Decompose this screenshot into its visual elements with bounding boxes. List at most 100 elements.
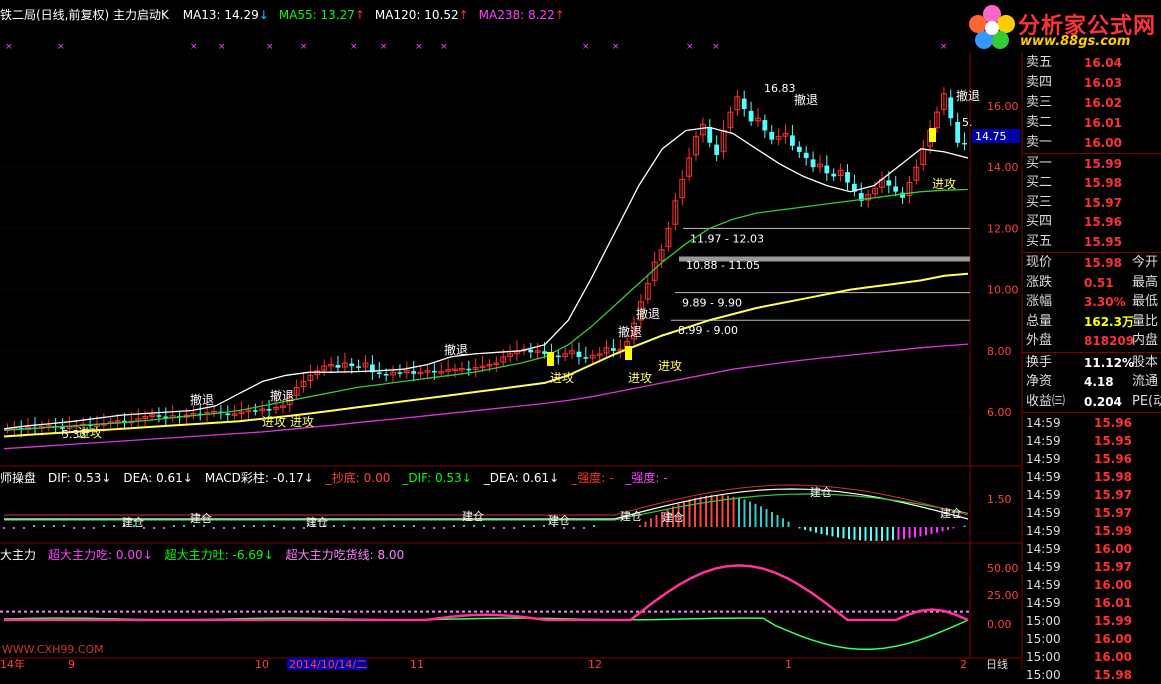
stat-value: 162.3万 — [1084, 314, 1134, 329]
tick-time: 14:59 — [1026, 559, 1061, 574]
candle-body — [962, 142, 967, 145]
tick-row[interactable]: 14:59 15.96 — [1022, 450, 1161, 468]
ask-label: 卖四 — [1026, 75, 1053, 90]
candle-body — [803, 152, 809, 159]
candle-body — [955, 121, 961, 143]
stat-row[interactable]: 换手 11.12% 股本 — [1022, 354, 1161, 372]
site-logo: 分析家公式网 www.88gs.com — [960, 0, 1161, 52]
signal-marker: × — [940, 42, 948, 52]
stat-label: 外盘 — [1026, 333, 1053, 349]
ask-label: 卖一 — [1026, 135, 1053, 150]
ask-row[interactable]: 卖三 16.02 — [1022, 94, 1161, 112]
tick-row[interactable]: 14:59 15.97 — [1022, 504, 1161, 522]
bid-price: 15.99 — [1084, 157, 1122, 171]
candle-body — [542, 351, 547, 354]
ask-row[interactable]: 卖四 16.03 — [1022, 74, 1161, 92]
candle-body — [769, 131, 775, 140]
stat-row[interactable]: 外盘 818209 内盘 — [1022, 332, 1161, 350]
stat-label: 涨跌 — [1026, 274, 1053, 290]
tick-row[interactable]: 14:59 15.97 — [1022, 486, 1161, 504]
candle-body — [810, 159, 816, 168]
tick-row[interactable]: 15:00 15.98 — [1022, 666, 1161, 684]
stat-row[interactable]: 涨幅 3.30% 最低 — [1022, 293, 1161, 311]
candle-body — [356, 366, 362, 368]
attack-label: 进攻 — [628, 371, 652, 385]
tick-time: 15:00 — [1026, 613, 1061, 628]
date-tick: 10 — [255, 658, 269, 670]
tick-row[interactable]: 14:59 15.95 — [1022, 432, 1161, 450]
stat-label: 换手 — [1026, 355, 1053, 370]
ma-legend-label: MA238: 8.22 — [478, 8, 555, 22]
tick-row[interactable]: 15:00 15.99 — [1022, 612, 1161, 630]
candle-body — [610, 348, 616, 351]
divider — [1022, 411, 1161, 413]
ma-legend-label: MA13: 14.29 — [182, 8, 259, 22]
tick-row[interactable]: 14:59 16.01 — [1022, 594, 1161, 612]
tick-row[interactable]: 14:59 16.00 — [1022, 540, 1161, 558]
stat-row[interactable]: 现价 15.98 今开 — [1022, 254, 1161, 272]
ma-legend-item: MA55: 13.27↑ — [279, 8, 365, 22]
stat-value: 0.51 — [1084, 275, 1114, 290]
price-tick: 10.00 — [987, 284, 1019, 297]
tick-price: 15.96 — [1094, 451, 1132, 466]
tick-row[interactable]: 15:00 16.00 — [1022, 648, 1161, 666]
candle-body — [266, 409, 272, 411]
tick-row[interactable]: 14:59 16.00 — [1022, 576, 1161, 594]
ma-legend: MA13: 14.29↓ MA55: 13.27↑ MA120: 10.52↑ MA2… — [173, 8, 565, 22]
tick-time: 14:59 — [1026, 595, 1061, 610]
price-tick: 12.00 — [987, 222, 1019, 235]
tick-row[interactable]: 14:59 15.99 — [1022, 522, 1161, 540]
ask-label: 卖三 — [1026, 95, 1053, 110]
bid-row[interactable]: 买四 15.96 — [1022, 213, 1161, 231]
stat-row[interactable]: 净资 4.18 流通 — [1022, 373, 1161, 391]
stat-label: 现价 — [1026, 255, 1053, 270]
logo-url[interactable]: www.88gs.com — [1020, 34, 1130, 49]
bid-row[interactable]: 买二 15.98 — [1022, 174, 1161, 192]
stat-value: 11.12% — [1084, 356, 1134, 370]
date-tick: 14年 — [0, 657, 25, 670]
tick-price: 15.97 — [1094, 505, 1132, 520]
ask-row[interactable]: 卖二 16.01 — [1022, 114, 1161, 132]
ma-legend-item: MA120: 10.52↑ — [375, 8, 469, 22]
bid-price: 15.98 — [1084, 176, 1122, 191]
retreat-label: 撤退 — [956, 88, 980, 103]
tick-row[interactable]: 14:59 15.96 — [1022, 414, 1161, 432]
bid-row[interactable]: 买三 15.97 — [1022, 194, 1161, 212]
tick-row[interactable]: 14:59 15.98 — [1022, 468, 1161, 486]
tick-row[interactable]: 15:00 16.00 — [1022, 630, 1161, 648]
candle-body — [748, 110, 754, 122]
price-tick: 14.00 — [987, 161, 1019, 174]
tick-time: 14:59 — [1026, 469, 1061, 484]
ma-legend-arrow: ↑ — [458, 8, 469, 22]
right-cut-label: 5. — [962, 116, 973, 129]
bid-row[interactable]: 买一 15.99 — [1022, 155, 1161, 173]
tick-row[interactable]: 14:59 15.97 — [1022, 558, 1161, 576]
resistance-label: 8.99 - 9.00 — [678, 324, 738, 337]
tick-price: 15.99 — [1094, 613, 1132, 628]
price-tag: 14.75 — [975, 130, 1007, 143]
chart-header: 铁二局(日线,前复权) 主力启动K MA13: 14.29↓ MA55: 13.2… — [0, 6, 565, 22]
signal-marker: × — [380, 42, 388, 52]
bid-row[interactable]: 买五 15.95 — [1022, 233, 1161, 251]
indicator-label: _DIF: 0.53↓ — [402, 471, 472, 485]
indicator-label: 师操盘 — [0, 471, 37, 485]
retreat-label: 撤退 — [190, 392, 214, 407]
indicator-label: DIF: 0.53↓ — [48, 471, 112, 485]
resistance-label: 10.88 - 11.05 — [686, 259, 760, 272]
hold-label: 建仓 — [662, 510, 684, 524]
ask-label: 卖二 — [1026, 115, 1053, 130]
kline-chart[interactable]: ×××××××××××××××× 11.97 - 12.0310.88 - 11… — [0, 0, 1161, 670]
signal-marker: × — [57, 42, 65, 52]
ask-row[interactable]: 卖五 16.04 — [1022, 54, 1161, 72]
stat-row[interactable]: 涨跌 0.51 最高 — [1022, 274, 1161, 292]
flower-icon — [969, 5, 1015, 49]
stat-row[interactable]: 收益㈢ 0.204 PE(动 — [1022, 393, 1161, 411]
tick-price: 16.00 — [1094, 577, 1132, 592]
stat-row[interactable]: 总量 162.3万 量比 — [1022, 313, 1161, 331]
macd-tick: 1.50 — [987, 493, 1012, 506]
tick-price: 15.99 — [1094, 523, 1132, 538]
stat-extra: 内盘 — [1132, 333, 1159, 349]
watermark: WWW.CXH99.COM — [2, 643, 104, 656]
ask-row[interactable]: 卖一 16.00 — [1022, 134, 1161, 152]
tick-price: 16.00 — [1094, 541, 1132, 556]
